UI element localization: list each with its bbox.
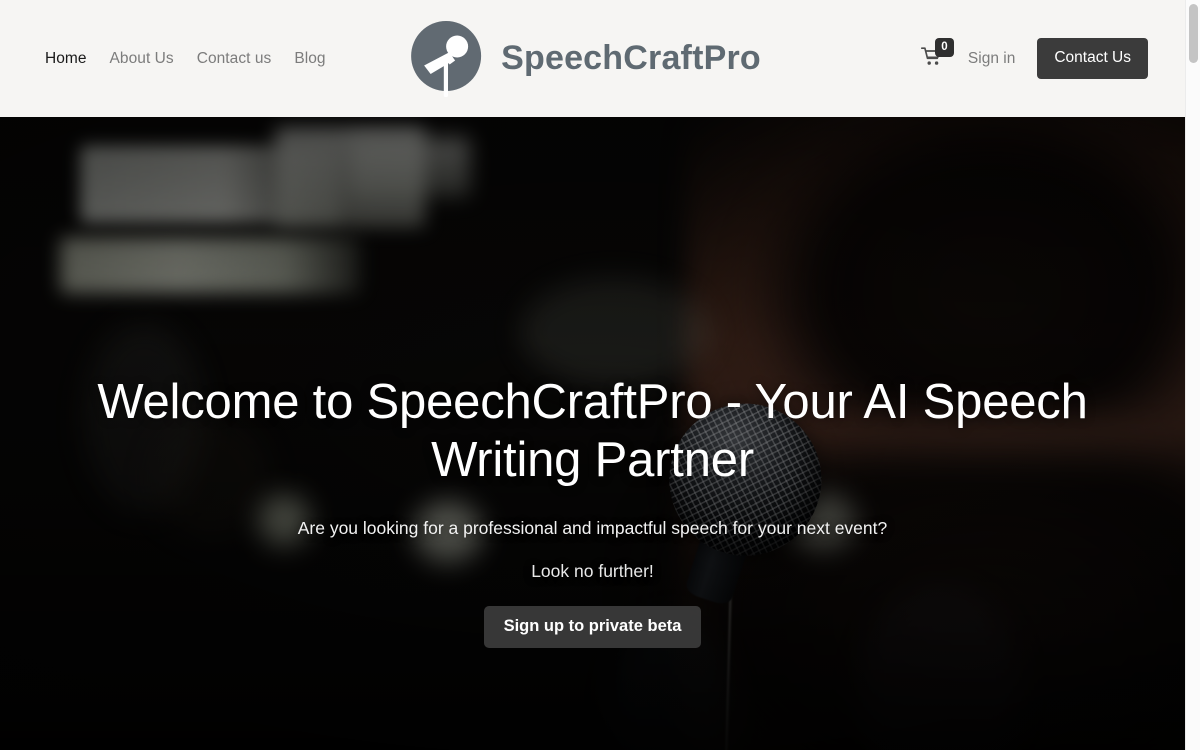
sign-in-link[interactable]: Sign in	[968, 50, 1015, 68]
signup-private-beta-button[interactable]: Sign up to private beta	[483, 606, 702, 648]
main-navigation: Home About Us Contact us Blog	[0, 50, 326, 68]
hero-subtitle: Are you looking for a professional and i…	[297, 518, 888, 538]
brand-name: SpeechCraftPro	[501, 39, 761, 77]
nav-item-about-us[interactable]: About Us	[110, 50, 174, 68]
nav-item-contact-us[interactable]: Contact us	[197, 50, 272, 68]
microphone-icon	[408, 20, 483, 98]
hero-section: Welcome to SpeechCraftPro - Your AI Spee…	[0, 117, 1185, 750]
hero-tagline: Look no further!	[531, 561, 654, 581]
cart-count-badge: 0	[934, 37, 954, 57]
site-header: Home About Us Contact us Blog SpeechCraf…	[0, 0, 1185, 117]
nav-item-blog[interactable]: Blog	[294, 50, 325, 68]
nav-item-home[interactable]: Home	[45, 50, 87, 68]
page-content: Home About Us Contact us Blog SpeechCraf…	[0, 0, 1185, 750]
browser-viewport: Home About Us Contact us Blog SpeechCraf…	[0, 0, 1200, 750]
brand-logo[interactable]: SpeechCraftPro	[408, 20, 761, 98]
cart-button[interactable]: 0	[920, 37, 954, 71]
header-actions: 0 Sign in Contact Us	[920, 37, 1185, 79]
hero-title: Welcome to SpeechCraftPro - Your AI Spee…	[97, 375, 1088, 487]
scrollbar-thumb[interactable]	[1189, 4, 1198, 63]
vertical-scrollbar[interactable]	[1185, 0, 1200, 750]
hero-content: Welcome to SpeechCraftPro - Your AI Spee…	[0, 117, 1185, 750]
contact-us-button[interactable]: Contact Us	[1037, 38, 1148, 79]
